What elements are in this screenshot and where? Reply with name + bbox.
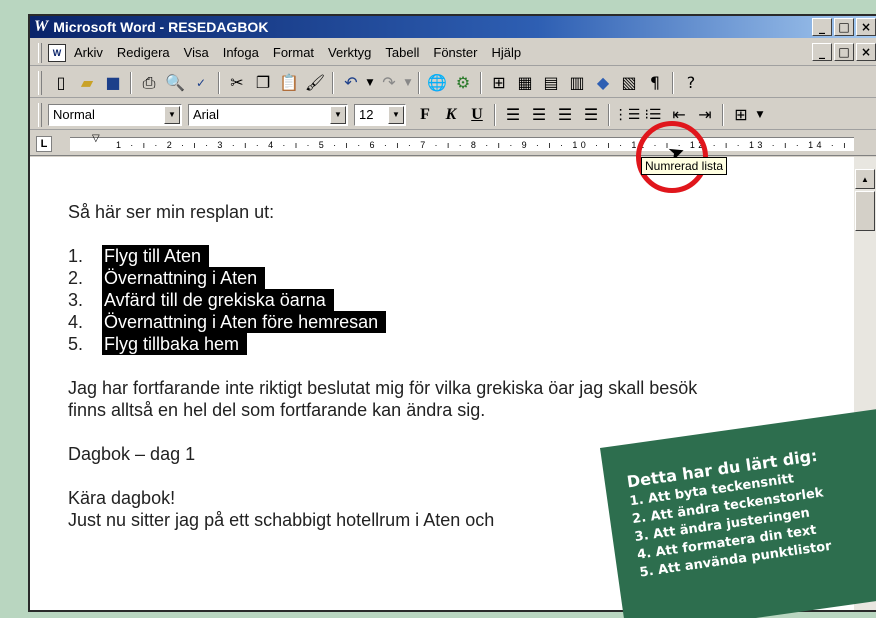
redo-dropdown-icon[interactable]: ▼ — [402, 71, 414, 95]
toolbar-separator — [672, 71, 674, 94]
toolbar-separator — [608, 103, 610, 126]
toolbar-grip — [38, 70, 42, 95]
doc-close-button[interactable]: × — [856, 43, 876, 61]
web-toolbar-icon[interactable]: ⚙ — [450, 71, 476, 95]
bold-button[interactable]: F — [412, 103, 438, 127]
document-icon[interactable]: W — [48, 43, 66, 62]
menu-verktyg[interactable]: Verktyg — [328, 45, 371, 60]
toolbar-separator — [480, 71, 482, 94]
justify-icon[interactable]: ☰ — [578, 103, 604, 127]
toolbar-separator — [418, 71, 420, 94]
list-item: 1. Flyg till Aten — [68, 245, 697, 267]
borders-icon[interactable]: ⊞ — [728, 103, 754, 127]
insert-excel-icon[interactable]: ▤ — [538, 71, 564, 95]
indent-marker-icon[interactable]: ▽ — [92, 133, 100, 144]
print-icon[interactable]: ⎙ — [136, 71, 162, 95]
align-right-icon[interactable]: ☰ — [552, 103, 578, 127]
list-item: 4. Övernattning i Aten före hemresan — [68, 311, 697, 333]
drawing-icon[interactable]: ◆ — [590, 71, 616, 95]
format-painter-icon[interactable]: 🖌 — [302, 71, 328, 95]
font-select[interactable]: Arial ▼ — [188, 103, 348, 126]
menu-tabell[interactable]: Tabell — [385, 45, 419, 60]
title-bar[interactable]: W Microsoft Word - RESEDAGBOK _ □ × — [30, 16, 876, 38]
tables-borders-icon[interactable]: ⊞ — [486, 71, 512, 95]
chevron-down-icon[interactable]: ▼ — [330, 105, 346, 124]
minimize-button[interactable]: _ — [812, 18, 832, 36]
toolbar-separator — [494, 103, 496, 126]
font-value: Arial — [193, 107, 220, 122]
font-size-value: 12 — [359, 107, 374, 122]
menu-infoga[interactable]: Infoga — [223, 45, 259, 60]
toolbar-grip — [38, 102, 42, 127]
toolbar-separator — [332, 71, 334, 94]
help-icon[interactable]: ? — [678, 71, 704, 95]
standard-toolbar: ▯ ▰ ■ ⎙ 🔍 ✓ ✂ ❐ 📋 🖌 ↶ ▼ ↷ ▼ 🌐 ⚙ ⊞ ▦ ▤ ▥ … — [30, 68, 876, 98]
menu-fonster[interactable]: Fönster — [433, 45, 477, 60]
align-center-icon[interactable]: ☰ — [526, 103, 552, 127]
open-folder-icon[interactable]: ▰ — [74, 71, 100, 95]
list-item: 5. Flyg tillbaka hem — [68, 333, 697, 355]
menu-format[interactable]: Format — [273, 45, 314, 60]
undo-icon[interactable]: ↶ — [338, 71, 364, 95]
formatting-toolbar: Normal ▼ Arial ▼ 12 ▼ F K U ☰ ☰ ☰ ☰ ⋮☰ ⁝… — [30, 100, 876, 130]
undo-dropdown-icon[interactable]: ▼ — [364, 71, 376, 95]
print-preview-icon[interactable]: 🔍 — [162, 71, 188, 95]
salutation: Kära dagbok! — [68, 488, 176, 508]
increase-indent-icon[interactable]: ⇥ — [692, 103, 718, 127]
style-select[interactable]: Normal ▼ — [48, 103, 182, 126]
word-logo-icon: W — [34, 18, 49, 35]
chevron-down-icon[interactable]: ▼ — [164, 105, 180, 124]
intro-paragraph: Så här ser min resplan ut: — [68, 202, 275, 222]
menu-redigera[interactable]: Redigera — [117, 45, 170, 60]
show-hide-icon[interactable]: ¶ — [642, 71, 668, 95]
numbered-list-icon[interactable]: ⋮☰ — [614, 103, 641, 127]
font-size-select[interactable]: 12 ▼ — [354, 103, 406, 126]
paste-icon[interactable]: 📋 — [276, 71, 302, 95]
hyperlink-icon[interactable]: 🌐 — [424, 71, 450, 95]
paragraph-line: Just nu sitter jag på ett schabbigt hote… — [68, 510, 495, 530]
paragraph-line: finns alltså en hel del som fortfarande … — [68, 400, 486, 420]
tab-selector-icon[interactable]: L — [36, 136, 52, 152]
style-value: Normal — [53, 107, 95, 122]
maximize-button[interactable]: □ — [834, 18, 854, 36]
document-map-icon[interactable]: ▧ — [616, 71, 642, 95]
toolbar-separator — [130, 71, 132, 94]
scroll-thumb[interactable] — [855, 191, 875, 231]
document-text: Så här ser min resplan ut: 1. Flyg till … — [68, 201, 697, 531]
toolbar-separator — [218, 71, 220, 94]
copy-icon[interactable]: ❐ — [250, 71, 276, 95]
chevron-down-icon[interactable]: ▼ — [388, 105, 404, 124]
spelling-icon[interactable]: ✓ — [188, 71, 214, 95]
save-icon[interactable]: ■ — [100, 71, 126, 95]
document-controls: _ □ × — [812, 43, 876, 61]
menu-arkiv[interactable]: Arkiv — [74, 45, 103, 60]
new-document-icon[interactable]: ▯ — [48, 71, 74, 95]
window-controls: _ □ × — [812, 18, 876, 36]
redo-icon[interactable]: ↷ — [376, 71, 402, 95]
doc-restore-button[interactable]: □ — [834, 43, 854, 61]
ruler: L 1 · ı · 2 · ı · 3 · ı · 4 · ı · 5 · ı … — [30, 132, 876, 156]
menu-visa[interactable]: Visa — [184, 45, 209, 60]
cut-icon[interactable]: ✂ — [224, 71, 250, 95]
menu-grip — [38, 42, 42, 63]
menu-hjalp[interactable]: Hjälp — [491, 45, 521, 60]
toolbar-separator — [722, 103, 724, 126]
list-item: 2. Övernattning i Aten — [68, 267, 697, 289]
close-button[interactable]: × — [856, 18, 876, 36]
italic-button[interactable]: K — [438, 103, 464, 127]
window-title: Microsoft Word - RESEDAGBOK — [53, 19, 269, 35]
list-item: 3. Avfärd till de grekiska öarna — [68, 289, 697, 311]
underline-button[interactable]: U — [464, 103, 490, 127]
menu-bar: W Arkiv Redigera Visa Infoga Format Verk… — [30, 40, 876, 66]
scroll-up-icon[interactable]: ▲ — [855, 169, 875, 189]
paragraph-line: Jag har fortfarande inte riktigt besluta… — [68, 378, 698, 398]
columns-icon[interactable]: ▥ — [564, 71, 590, 95]
borders-dropdown-icon[interactable]: ▼ — [754, 103, 766, 127]
ruler-strip[interactable]: 1 · ı · 2 · ı · 3 · ı · 4 · ı · 5 · ı · … — [70, 137, 854, 151]
insert-table-icon[interactable]: ▦ — [512, 71, 538, 95]
align-left-icon[interactable]: ☰ — [500, 103, 526, 127]
doc-minimize-button[interactable]: _ — [812, 43, 832, 61]
tooltip: Numrerad lista — [641, 157, 728, 175]
